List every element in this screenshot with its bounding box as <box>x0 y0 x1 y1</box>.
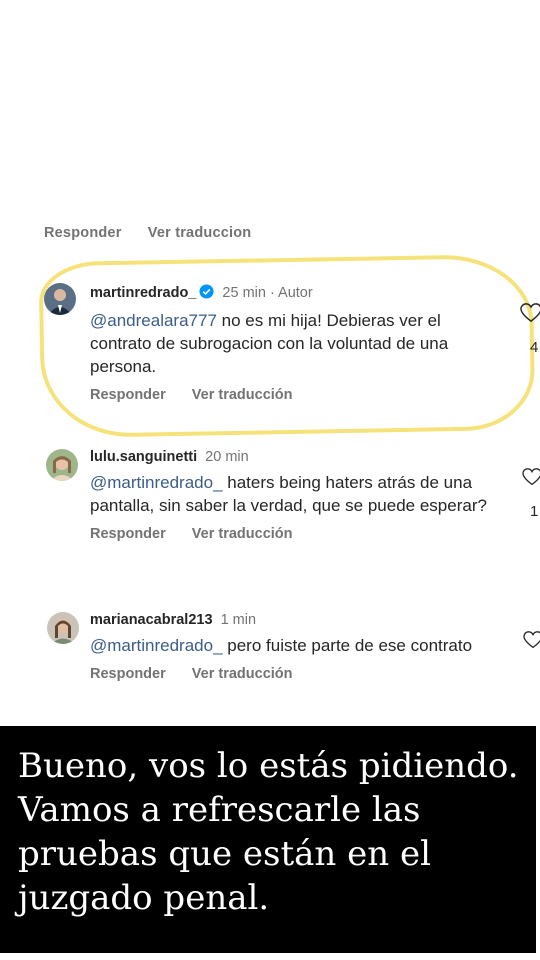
comment-lulu: lulu.sanguinetti 20 min @martinredrado_ … <box>90 449 490 542</box>
username[interactable]: marianacabral213 <box>90 612 213 628</box>
like-count: 4 <box>530 339 539 356</box>
username[interactable]: lulu.sanguinetti <box>90 449 197 465</box>
comment-martinredrado: martinredrado_ 25 min · Autor @andrealar… <box>90 284 490 403</box>
comment-meta: martinredrado_ 25 min · Autor <box>90 284 490 303</box>
like-heart-icon[interactable] <box>520 303 540 328</box>
reply-button[interactable]: Responder <box>90 526 166 542</box>
comment-text: @martinredrado_ haters being haters atrá… <box>90 471 490 517</box>
avatar[interactable] <box>47 612 79 644</box>
translate-button[interactable]: Ver traducción <box>192 526 293 542</box>
username[interactable]: martinredrado_ <box>90 285 196 301</box>
mention-link[interactable]: @martinredrado_ <box>90 473 223 492</box>
comment-actions: Responder Ver traducción <box>90 387 490 403</box>
story-text-overlay: Bueno, vos lo estás pidiendo. Vamos a re… <box>0 726 536 953</box>
timestamp: 20 min <box>205 449 249 465</box>
timestamp: 25 min <box>222 285 266 301</box>
comment-text: @martinredrado_ pero fuiste parte de ese… <box>90 634 490 657</box>
like-count: 1 <box>530 503 539 520</box>
verified-badge-icon <box>199 284 214 303</box>
comment-meta: marianacabral213 1 min <box>90 612 490 628</box>
previous-comment-actions: Responder Ver traduccion <box>44 225 273 241</box>
reply-button[interactable]: Responder <box>90 387 166 403</box>
translate-button[interactable]: Ver traducción <box>192 666 293 682</box>
reply-button[interactable]: Responder <box>90 666 166 682</box>
like-heart-icon[interactable] <box>523 631 540 654</box>
separator: · <box>269 285 275 301</box>
translate-button[interactable]: Ver traduccion <box>148 225 252 241</box>
comment-actions: Responder Ver traducción <box>90 526 490 542</box>
avatar[interactable] <box>44 283 76 315</box>
comment-marianacabral: marianacabral213 1 min @martinredrado_ p… <box>90 612 490 682</box>
translate-button[interactable]: Ver traducción <box>192 387 293 403</box>
overlay-caption: Bueno, vos lo estás pidiendo. Vamos a re… <box>18 746 519 918</box>
comment-actions: Responder Ver traducción <box>90 666 490 682</box>
comment-body: pero fuiste parte de ese contrato <box>222 636 473 655</box>
mention-link[interactable]: @martinredrado_ <box>90 636 223 655</box>
like-heart-icon[interactable] <box>522 468 540 491</box>
avatar[interactable] <box>46 449 78 481</box>
comment-text: @andrealara777 no es mi hija! Debieras v… <box>90 309 490 378</box>
comment-meta: lulu.sanguinetti 20 min <box>90 449 490 465</box>
mention-link[interactable]: @andrealara777 <box>90 311 217 330</box>
author-badge: Autor <box>278 285 313 301</box>
reply-button[interactable]: Responder <box>44 225 122 241</box>
timestamp: 1 min <box>220 612 257 628</box>
